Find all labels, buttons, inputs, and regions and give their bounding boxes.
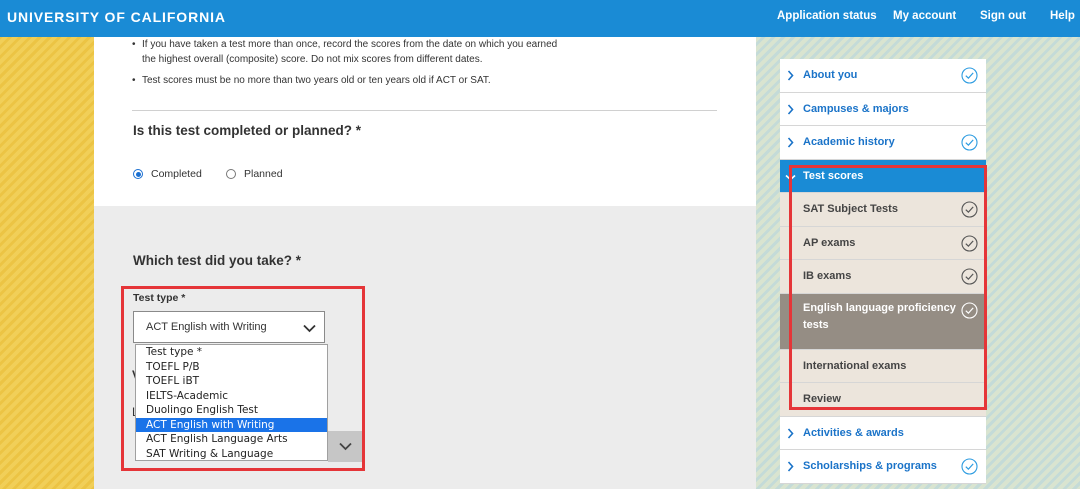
radio-selected-icon[interactable] xyxy=(133,169,143,179)
chevron-right-icon xyxy=(787,461,794,472)
check-circle-icon xyxy=(961,67,978,84)
sidebar-item-label: About you xyxy=(803,69,858,81)
instruction-item: If you have taken a test more than once,… xyxy=(132,37,692,67)
check-circle-icon xyxy=(961,134,978,151)
check-circle-icon xyxy=(961,458,978,475)
instruction-list: If you have taken a test more than once,… xyxy=(132,37,692,94)
highlight-box-test-scores-nav xyxy=(789,165,987,410)
chevron-right-icon xyxy=(787,137,794,148)
sidebar-item-label: Academic history xyxy=(803,136,895,148)
chevron-right-icon xyxy=(787,70,794,81)
nav-my-account[interactable]: My account xyxy=(893,10,956,22)
radio-empty-icon[interactable] xyxy=(226,169,236,179)
brand-title: UNIVERSITY OF CALIFORNIA xyxy=(7,9,226,25)
radio-planned-label: Planned xyxy=(244,168,283,180)
instruction-text: the highest overall (composite) score. D… xyxy=(142,54,483,65)
sidebar-item-activities-awards[interactable]: Activities & awards xyxy=(780,416,986,450)
chevron-right-icon xyxy=(787,427,794,439)
radio-completed[interactable]: Completed xyxy=(133,168,202,180)
radio-completed-label: Completed xyxy=(151,168,202,180)
test-question: Which test did you take? * xyxy=(133,253,302,268)
nav-application-status[interactable]: Application status xyxy=(777,10,877,22)
highlight-box-test-select xyxy=(121,286,365,471)
chevron-right-icon xyxy=(787,103,794,115)
sidebar-item-label: Campuses & majors xyxy=(803,102,909,115)
radio-planned[interactable]: Planned xyxy=(226,168,283,180)
instruction-item: Test scores must be no more than two yea… xyxy=(132,73,692,88)
sidebar-item-scholarships-programs[interactable]: Scholarships & programs xyxy=(780,450,986,484)
sidebar-item-campuses-majors[interactable]: Campuses & majors xyxy=(780,92,986,126)
sidebar-item-academic-history[interactable]: Academic history xyxy=(780,126,986,160)
instruction-text: If you have taken a test more than once,… xyxy=(142,39,558,50)
sidebar-item-label: Activities & awards xyxy=(803,426,904,439)
sidebar-item-label: Scholarships & programs xyxy=(803,460,937,472)
top-navigation-bar: UNIVERSITY OF CALIFORNIA Application sta… xyxy=(0,0,1080,37)
sidebar-item-about-you[interactable]: About you xyxy=(780,59,986,93)
section-divider xyxy=(132,110,717,111)
instruction-text: Test scores must be no more than two yea… xyxy=(142,75,491,86)
nav-sign-out[interactable]: Sign out xyxy=(980,10,1026,22)
completed-planned-question: Is this test completed or planned? * xyxy=(133,123,362,138)
nav-help[interactable]: Help xyxy=(1050,10,1075,22)
